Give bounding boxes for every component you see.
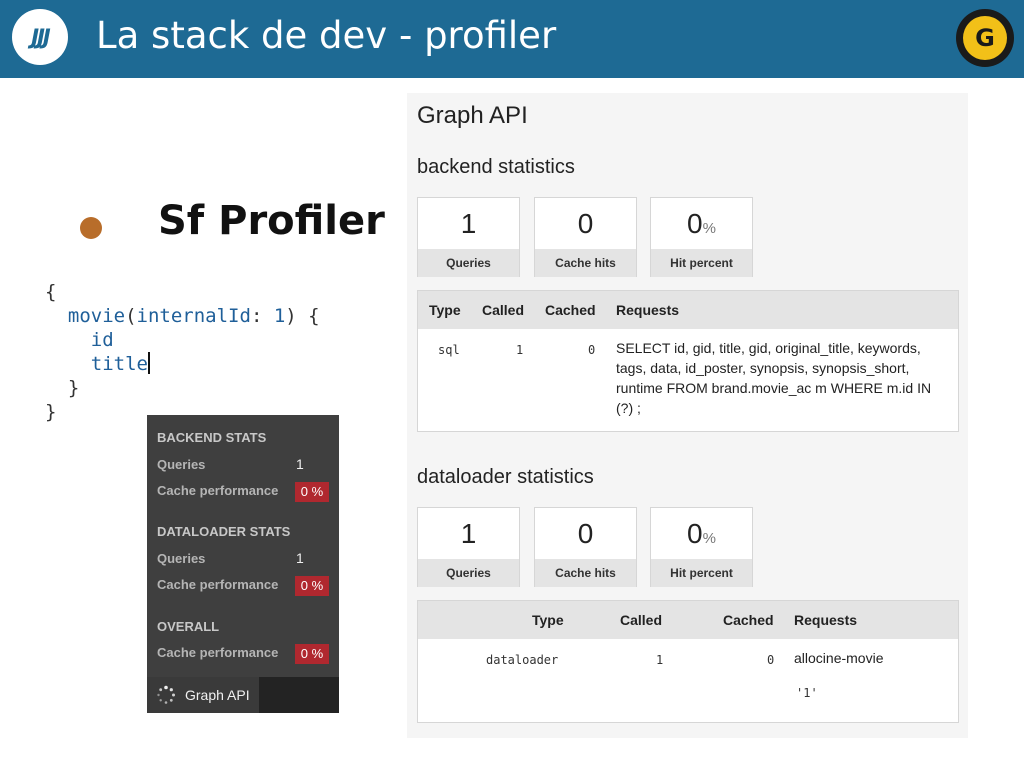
dataloader-cache-badge: 0 %: [295, 576, 329, 596]
cell-type: dataloader: [486, 653, 559, 667]
code-line: }: [45, 377, 80, 399]
code-field: id: [90, 329, 114, 351]
bullet-dot: [80, 217, 102, 239]
metric-label: Hit percent: [651, 559, 752, 587]
code-argument-name: internalId: [136, 305, 251, 327]
metric-label: Queries: [418, 249, 519, 277]
dataloader-queries-value: 1: [296, 550, 304, 566]
backend-queries-metric: 1 Queries: [417, 197, 520, 277]
dataloader-stats-heading: DATALOADER STATS: [157, 524, 291, 539]
backend-stats-heading: BACKEND STATS: [157, 430, 267, 445]
table-header: Type Called Cached Requests: [418, 291, 958, 329]
cell-request: SELECT id, gid, title, gid, original_tit…: [616, 340, 932, 416]
column-header-cached: Cached: [545, 302, 596, 318]
metric-value: 1: [460, 518, 477, 549]
cell-cached: 0: [588, 343, 596, 357]
backend-queries-label: Queries: [157, 457, 206, 472]
brand-logo: JJJ: [12, 9, 68, 65]
code-field: title: [90, 353, 148, 375]
dataloader-hit-percent-metric: 0% Hit percent: [650, 507, 753, 587]
profiler-toolbar-panel: BACKEND STATS Queries 1 Cache performanc…: [147, 415, 339, 713]
dataloader-cache-label: Cache performance: [157, 577, 279, 592]
overall-heading: OVERALL: [157, 619, 220, 634]
graph-api-panel: Graph API backend statistics 1 Queries 0…: [407, 93, 968, 738]
dataloader-statistics-heading: dataloader statistics: [417, 466, 594, 488]
overall-cache-badge: 0 %: [295, 644, 329, 664]
dataloader-queries-label: Queries: [157, 551, 206, 566]
spinner-icon: [157, 685, 175, 704]
cell-type: sql: [438, 343, 460, 357]
panel-title: Graph API: [417, 102, 528, 129]
code-line: {: [45, 281, 57, 303]
table-header: Type Called Cached Requests: [418, 601, 958, 639]
graph-api-toolbar-label[interactable]: Graph API: [185, 687, 250, 703]
metric-value: 1: [460, 208, 477, 239]
code-line: movie(internalId: 1) {: [67, 305, 320, 327]
code-query-field: movie: [67, 305, 126, 327]
text-cursor: [147, 352, 150, 374]
metric-value: 0: [577, 518, 594, 549]
column-header-requests: Requests: [794, 612, 858, 628]
metric-label: Cache hits: [535, 559, 636, 587]
metric-value: 0: [577, 208, 594, 239]
column-header-cached: Cached: [723, 612, 774, 628]
bullet-text: Sf Profiler: [158, 198, 385, 244]
backend-statistics-heading: backend statistics: [417, 156, 575, 178]
overall-cache-label: Cache performance: [157, 645, 279, 660]
column-header-called: Called: [620, 612, 663, 628]
column-header-requests: Requests: [616, 302, 680, 318]
cell-request: allocine-movie: [794, 650, 884, 666]
cell-cached: 0: [767, 653, 775, 667]
cell-called: 1: [656, 653, 664, 667]
backend-cache-badge: 0 %: [295, 482, 329, 502]
partner-logo-badge: G: [963, 16, 1007, 60]
graphql-query-code: { movie(internalId: 1) { id title } }: [45, 280, 320, 424]
code-line: title: [45, 352, 320, 376]
code-argument-value: 1: [273, 305, 286, 327]
column-header-called: Called: [482, 302, 525, 318]
slide-header: JJJ La stack de dev - profiler G: [0, 0, 1024, 78]
metric-label: Cache hits: [535, 249, 636, 277]
dataloader-queries-metric: 1 Queries: [417, 507, 520, 587]
backend-hit-percent-metric: 0% Hit percent: [650, 197, 753, 277]
metric-value: 0%: [687, 208, 716, 239]
metric-label: Queries: [418, 559, 519, 587]
partner-logo-text: G: [975, 24, 995, 52]
toolbar-footer-spacer: [259, 677, 339, 713]
dataloader-cache-hits-metric: 0 Cache hits: [534, 507, 637, 587]
column-header-type: Type: [429, 302, 461, 318]
backend-cache-hits-metric: 0 Cache hits: [534, 197, 637, 277]
backend-cache-label: Cache performance: [157, 483, 279, 498]
code-line: id: [45, 328, 320, 352]
partner-logo: G: [956, 9, 1014, 67]
cell-called: 1: [516, 343, 524, 357]
brand-logo-text: JJJ: [31, 25, 50, 49]
metric-value: 0%: [687, 518, 716, 549]
column-header-type: Type: [532, 612, 564, 628]
slide-title: La stack de dev - profiler: [96, 14, 557, 57]
metric-label: Hit percent: [651, 249, 752, 277]
backend-queries-value: 1: [296, 456, 304, 472]
dataloader-requests-table: Type Called Cached Requests dataloader 1…: [417, 600, 959, 723]
cell-request-arg: '1': [796, 686, 818, 700]
backend-requests-table: Type Called Cached Requests sql 1 0 SELE…: [417, 290, 959, 432]
